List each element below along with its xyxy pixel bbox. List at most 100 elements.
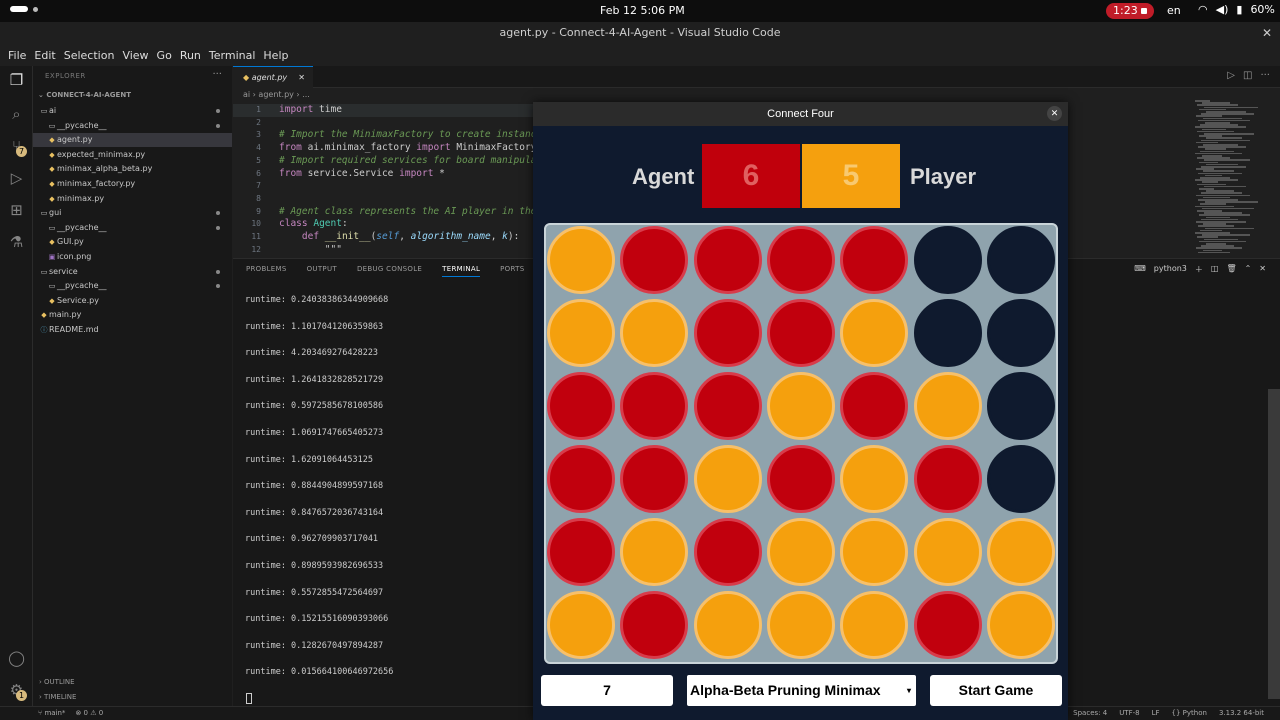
code-line[interactable]: 3 # Import the MinimaxFactory to create i… — [233, 129, 533, 142]
tree-file[interactable]: ◆ expected_minimax.py — [33, 148, 232, 162]
terminal-scrollbar[interactable] — [1268, 389, 1280, 699]
code-line[interactable]: 6 from service.Service import * — [233, 168, 533, 181]
tree-folder[interactable]: ▭ __pycache__ — [33, 221, 232, 235]
depth-input[interactable]: 7 — [541, 675, 673, 706]
timeline-section[interactable]: › TIMELINE — [39, 693, 76, 701]
terminal-icon: ⌨ — [1134, 264, 1146, 273]
code-line[interactable]: 1 import time — [233, 104, 533, 117]
terminal-line: runtime: 0.8476572036743164 — [245, 507, 384, 518]
menu-view[interactable]: View — [118, 46, 152, 66]
tree-file[interactable]: ◆ main.py — [33, 308, 232, 322]
menu-go[interactable]: Go — [153, 46, 176, 66]
empty-slot[interactable] — [986, 445, 1055, 513]
indentation[interactable]: Spaces: 4 — [1073, 707, 1107, 720]
language-mode[interactable]: {} Python — [1172, 707, 1207, 720]
tree-file[interactable]: ▣ icon.png — [33, 250, 232, 264]
code-line[interactable]: 5 # Import required services for board ma… — [233, 155, 533, 168]
empty-slot[interactable] — [913, 299, 982, 367]
maximize-panel-icon[interactable]: ⌃ — [1245, 264, 1252, 275]
code-line[interactable]: 8 — [233, 193, 533, 206]
code-line[interactable]: 10 class Agent: — [233, 218, 533, 231]
menu-help[interactable]: Help — [259, 46, 292, 66]
empty-slot[interactable] — [986, 372, 1055, 440]
code-line[interactable]: 12 """ — [233, 244, 533, 254]
screen-recording-indicator[interactable]: 1:23 — [1106, 3, 1154, 19]
window-close-button[interactable]: ✕ — [1262, 22, 1272, 44]
code-line[interactable]: 2 — [233, 117, 533, 130]
line-ending[interactable]: LF — [1152, 707, 1160, 720]
tree-folder[interactable]: ▭ service — [33, 265, 232, 279]
code-editor[interactable]: 1 import time 2 3 # Import the MinimaxFactor… — [233, 102, 533, 254]
tab-output[interactable]: OUTPUT — [307, 265, 337, 277]
menu-edit[interactable]: Edit — [30, 46, 59, 66]
agent-disc — [620, 226, 689, 294]
player-disc — [620, 299, 689, 367]
code-line[interactable]: 7 — [233, 180, 533, 193]
menu-run[interactable]: Run — [176, 46, 205, 66]
keyboard-language[interactable]: en — [1167, 4, 1181, 17]
tree-file[interactable]: ◆ minimax_factory.py — [33, 177, 232, 191]
code-line[interactable]: 4 from ai.minimax_factory import MinimaxF… — [233, 142, 533, 155]
empty-slot[interactable] — [986, 226, 1055, 294]
tab-problems[interactable]: PROBLEMS — [246, 265, 287, 277]
terminal-shell-name[interactable]: python3 — [1154, 264, 1187, 275]
tab-terminal[interactable]: TERMINAL — [442, 265, 481, 277]
terminal-line: runtime: 0.24038386344909668 — [245, 295, 389, 305]
tree-folder[interactable]: ▭ ai — [33, 104, 232, 118]
outline-section[interactable]: › OUTLINE — [39, 678, 75, 686]
kill-terminal-icon[interactable]: 🗑 — [1226, 264, 1236, 275]
split-editor-icon[interactable]: ◫ — [1243, 70, 1252, 81]
code-line[interactable]: 9 # Agent class represents the AI player … — [233, 206, 533, 219]
encoding[interactable]: UTF-8 — [1119, 707, 1139, 720]
menu-file[interactable]: File — [4, 46, 30, 66]
tab-agent-py[interactable]: ◆ agent.py ✕ — [233, 66, 313, 88]
tab-ports[interactable]: PORTS — [500, 265, 524, 277]
run-file-icon[interactable]: ▷ — [1227, 70, 1235, 81]
close-tab-icon[interactable]: ✕ — [298, 67, 305, 89]
menu-terminal[interactable]: Terminal — [205, 46, 260, 66]
tree-file[interactable]: ⓘ README.md — [33, 323, 232, 337]
terminal-line: runtime: 0.1282670497894287 — [245, 640, 384, 651]
breadcrumb[interactable]: ai › agent.py › ... — [243, 90, 310, 99]
empty-slot[interactable] — [913, 226, 982, 294]
new-terminal-icon[interactable]: ＋ — [1195, 264, 1203, 275]
menu-selection[interactable]: Selection — [60, 46, 119, 66]
testing-icon[interactable]: ⚗ — [8, 234, 25, 251]
more-editor-actions-icon[interactable]: ··· — [1260, 70, 1270, 81]
run-debug-icon[interactable]: ▷ — [8, 170, 25, 187]
connect-four-window: Connect Four ✕ Agent 6 5 Player 7 Alpha-… — [533, 102, 1068, 720]
search-icon[interactable]: ⌕ — [8, 106, 25, 123]
tab-debug-console[interactable]: DEBUG CONSOLE — [357, 265, 422, 277]
chevron-down-icon: ▾ — [906, 686, 911, 695]
tree-folder[interactable]: ▭ gui — [33, 206, 232, 220]
game-close-button[interactable]: ✕ — [1047, 106, 1062, 121]
close-panel-icon[interactable]: ✕ — [1259, 264, 1266, 275]
account-icon[interactable]: ◯ — [8, 650, 25, 667]
tree-file[interactable]: ◆ agent.py — [33, 133, 232, 148]
tree-folder[interactable]: ▭ __pycache__ — [33, 119, 232, 133]
stop-recording-icon[interactable] — [1141, 8, 1147, 14]
minimap[interactable] — [1195, 100, 1265, 255]
tree-file[interactable]: ◆ Service.py — [33, 294, 232, 308]
algorithm-select[interactable]: Alpha-Beta Pruning Minimax ▾ — [687, 675, 916, 706]
player-disc — [986, 518, 1055, 586]
workspace-indicator[interactable] — [10, 6, 38, 12]
system-indicators[interactable]: ◠ ◀) ▮ 60% — [1198, 3, 1275, 16]
explorer-icon[interactable]: ❐ — [8, 72, 25, 89]
python-interpreter[interactable]: 3.13.2 64-bit — [1219, 707, 1264, 720]
problems-count[interactable]: ⊗ 0 ⚠ 0 — [75, 707, 103, 720]
empty-slot[interactable] — [986, 299, 1055, 367]
split-terminal-icon[interactable]: ◫ — [1211, 264, 1219, 275]
code-line[interactable]: 11 def __init__(self, algorithm_name, k)… — [233, 231, 533, 244]
git-branch[interactable]: ⑂ main* — [38, 707, 65, 720]
more-actions-icon[interactable]: ··· — [212, 69, 222, 80]
start-game-button[interactable]: Start Game — [930, 675, 1062, 706]
tree-file[interactable]: ◆ GUI.py — [33, 235, 232, 249]
tree-file[interactable]: ◆ minimax_alpha_beta.py — [33, 162, 232, 176]
extensions-icon[interactable]: ⊞ — [8, 202, 25, 219]
tree-file[interactable]: ◆ minimax.py — [33, 192, 232, 206]
system-clock[interactable]: Feb 12 5:06 PM — [600, 4, 685, 17]
game-board[interactable] — [544, 223, 1058, 664]
project-folder[interactable]: ⌄ CONNECT-4-AI-AGENT — [38, 91, 131, 99]
tree-folder[interactable]: ▭ __pycache__ — [33, 279, 232, 293]
